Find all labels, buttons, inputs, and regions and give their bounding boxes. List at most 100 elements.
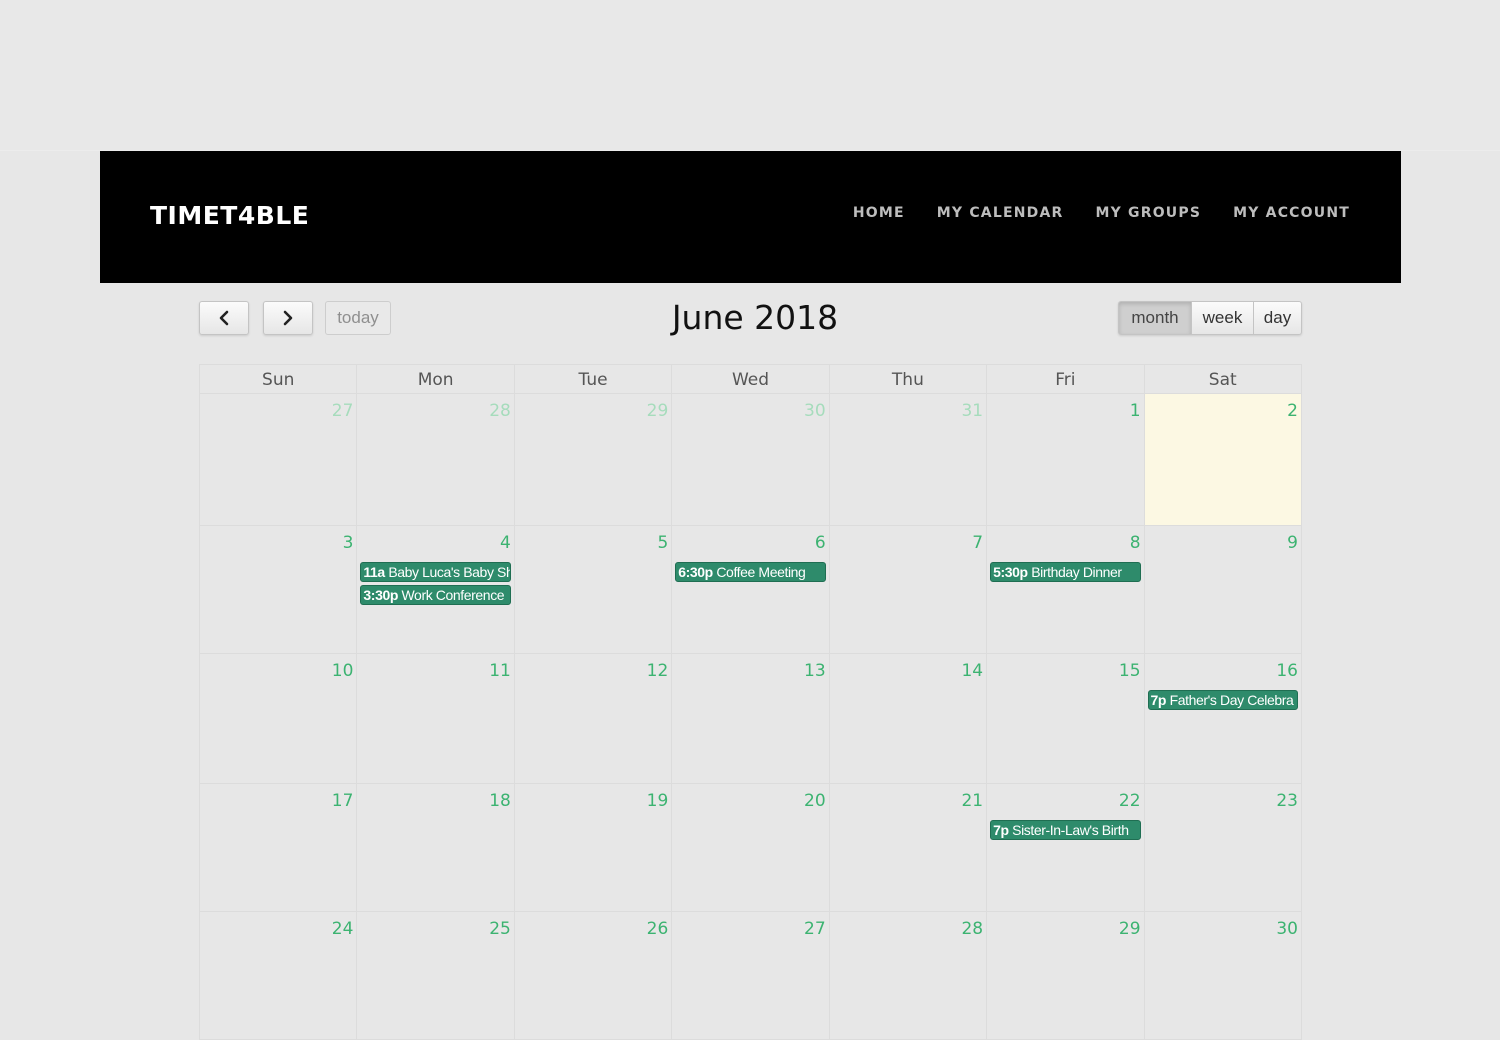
day-cell[interactable]: 20 (671, 784, 828, 911)
event-title: Work Conference (401, 587, 505, 603)
chevron-left-icon (219, 310, 229, 326)
dow-thu: Thu (828, 365, 986, 393)
day-number[interactable]: 21 (961, 791, 983, 811)
day-view-button[interactable]: day (1253, 301, 1302, 335)
day-cell[interactable]: 14 (828, 654, 986, 783)
day-cell[interactable]: 15 (986, 654, 1143, 783)
day-number[interactable]: 15 (1119, 661, 1141, 681)
day-cell[interactable]: 29 (986, 912, 1143, 1039)
day-number[interactable]: 2 (1287, 401, 1298, 421)
event-title: Coffee Meeting (716, 564, 806, 580)
day-cell[interactable]: 24 (200, 912, 356, 1039)
day-cell[interactable]: 22 7p Sister-In-Law's Birth (986, 784, 1143, 911)
day-cell[interactable]: 28 (828, 912, 986, 1039)
day-cell[interactable]: 5 (513, 526, 671, 653)
day-number[interactable]: 3 (343, 533, 354, 553)
top-navbar: TIMET4BLE HOME MY CALENDAR MY GROUPS MY … (100, 151, 1401, 283)
calendar-event[interactable]: 7p Father's Day Celebra (1147, 690, 1298, 710)
week-row: 3 4 11a Baby Luca's Baby Sh 3:30p Work Conf… (199, 526, 1302, 654)
prev-month-button[interactable] (199, 301, 249, 335)
brand-logo[interactable]: TIMET4BLE (150, 201, 309, 230)
day-cell[interactable]: 12 (513, 654, 671, 783)
week-row: 27 28 29 30 31 1 2 (199, 394, 1302, 526)
day-number[interactable]: 17 (332, 791, 354, 811)
day-number[interactable]: 4 (500, 533, 511, 553)
day-number[interactable]: 11 (489, 661, 511, 681)
day-number[interactable]: 18 (489, 791, 511, 811)
day-events: 7p Sister-In-Law's Birth (990, 820, 1141, 843)
event-time: 11a (363, 564, 385, 580)
next-month-button[interactable] (263, 301, 313, 335)
day-cell[interactable]: 27 (200, 394, 356, 525)
day-number[interactable]: 5 (657, 533, 668, 553)
day-events: 6:30p Coffee Meeting (675, 562, 826, 585)
day-number[interactable]: 22 (1119, 791, 1141, 811)
day-number[interactable]: 30 (804, 401, 826, 421)
day-cell[interactable]: 27 (671, 912, 828, 1039)
day-cell-today[interactable]: 2 (1143, 394, 1301, 525)
calendar-event[interactable]: 7p Sister-In-Law's Birth (990, 820, 1141, 840)
nav-home[interactable]: HOME (853, 205, 905, 221)
month-view-button[interactable]: month (1118, 301, 1192, 335)
day-cell[interactable]: 9 (1143, 526, 1301, 653)
day-cell[interactable]: 4 11a Baby Luca's Baby Sh 3:30p Work Confe… (356, 526, 513, 653)
day-number[interactable]: 27 (804, 919, 826, 939)
nav-my-account[interactable]: MY ACCOUNT (1233, 205, 1350, 221)
day-cell[interactable]: 28 (356, 394, 513, 525)
day-number[interactable]: 26 (647, 919, 669, 939)
day-number[interactable]: 28 (489, 401, 511, 421)
day-number[interactable]: 7 (972, 533, 983, 553)
day-number[interactable]: 9 (1287, 533, 1298, 553)
day-cell[interactable]: 17 (200, 784, 356, 911)
event-time: 6:30p (678, 564, 713, 580)
day-cell[interactable]: 3 (200, 526, 356, 653)
day-cell[interactable]: 1 (986, 394, 1143, 525)
calendar-event[interactable]: 6:30p Coffee Meeting (675, 562, 826, 582)
day-number[interactable]: 25 (489, 919, 511, 939)
day-cell[interactable]: 19 (513, 784, 671, 911)
week-view-button[interactable]: week (1191, 301, 1254, 335)
day-cell[interactable]: 26 (513, 912, 671, 1039)
day-cell[interactable]: 7 (828, 526, 986, 653)
today-button[interactable]: today (325, 301, 391, 335)
nav-my-groups[interactable]: MY GROUPS (1095, 205, 1201, 221)
day-number[interactable]: 23 (1276, 791, 1298, 811)
day-cell[interactable]: 18 (356, 784, 513, 911)
calendar-event[interactable]: 11a Baby Luca's Baby Sh (360, 562, 511, 582)
day-number[interactable]: 14 (961, 661, 983, 681)
day-number[interactable]: 10 (332, 661, 354, 681)
day-cell[interactable]: 30 (1143, 912, 1301, 1039)
day-cell[interactable]: 8 5:30p Birthday Dinner (986, 526, 1143, 653)
day-number[interactable]: 12 (647, 661, 669, 681)
day-number[interactable]: 28 (961, 919, 983, 939)
day-number[interactable]: 16 (1276, 661, 1298, 681)
day-of-week-header: Sun Mon Tue Wed Thu Fri Sat (199, 364, 1302, 394)
day-cell[interactable]: 25 (356, 912, 513, 1039)
day-number[interactable]: 31 (961, 401, 983, 421)
day-number[interactable]: 30 (1276, 919, 1298, 939)
day-cell[interactable]: 6 6:30p Coffee Meeting (671, 526, 828, 653)
day-number[interactable]: 29 (1119, 919, 1141, 939)
week-row: 24 25 26 27 28 29 30 (199, 912, 1302, 1040)
day-cell[interactable]: 23 (1143, 784, 1301, 911)
day-cell[interactable]: 10 (200, 654, 356, 783)
day-cell[interactable]: 11 (356, 654, 513, 783)
day-cell[interactable]: 16 7p Father's Day Celebra (1143, 654, 1301, 783)
day-number[interactable]: 20 (804, 791, 826, 811)
calendar-event[interactable]: 3:30p Work Conference (360, 585, 511, 605)
day-cell[interactable]: 21 (828, 784, 986, 911)
nav-my-calendar[interactable]: MY CALENDAR (937, 205, 1064, 221)
day-number[interactable]: 1 (1130, 401, 1141, 421)
day-number[interactable]: 19 (647, 791, 669, 811)
day-cell[interactable]: 29 (513, 394, 671, 525)
day-cell[interactable]: 13 (671, 654, 828, 783)
day-number[interactable]: 29 (647, 401, 669, 421)
day-number[interactable]: 13 (804, 661, 826, 681)
day-number[interactable]: 6 (815, 533, 826, 553)
day-number[interactable]: 8 (1130, 533, 1141, 553)
day-number[interactable]: 24 (332, 919, 354, 939)
day-cell[interactable]: 30 (671, 394, 828, 525)
calendar-event[interactable]: 5:30p Birthday Dinner (990, 562, 1141, 582)
day-cell[interactable]: 31 (828, 394, 986, 525)
day-number[interactable]: 27 (332, 401, 354, 421)
